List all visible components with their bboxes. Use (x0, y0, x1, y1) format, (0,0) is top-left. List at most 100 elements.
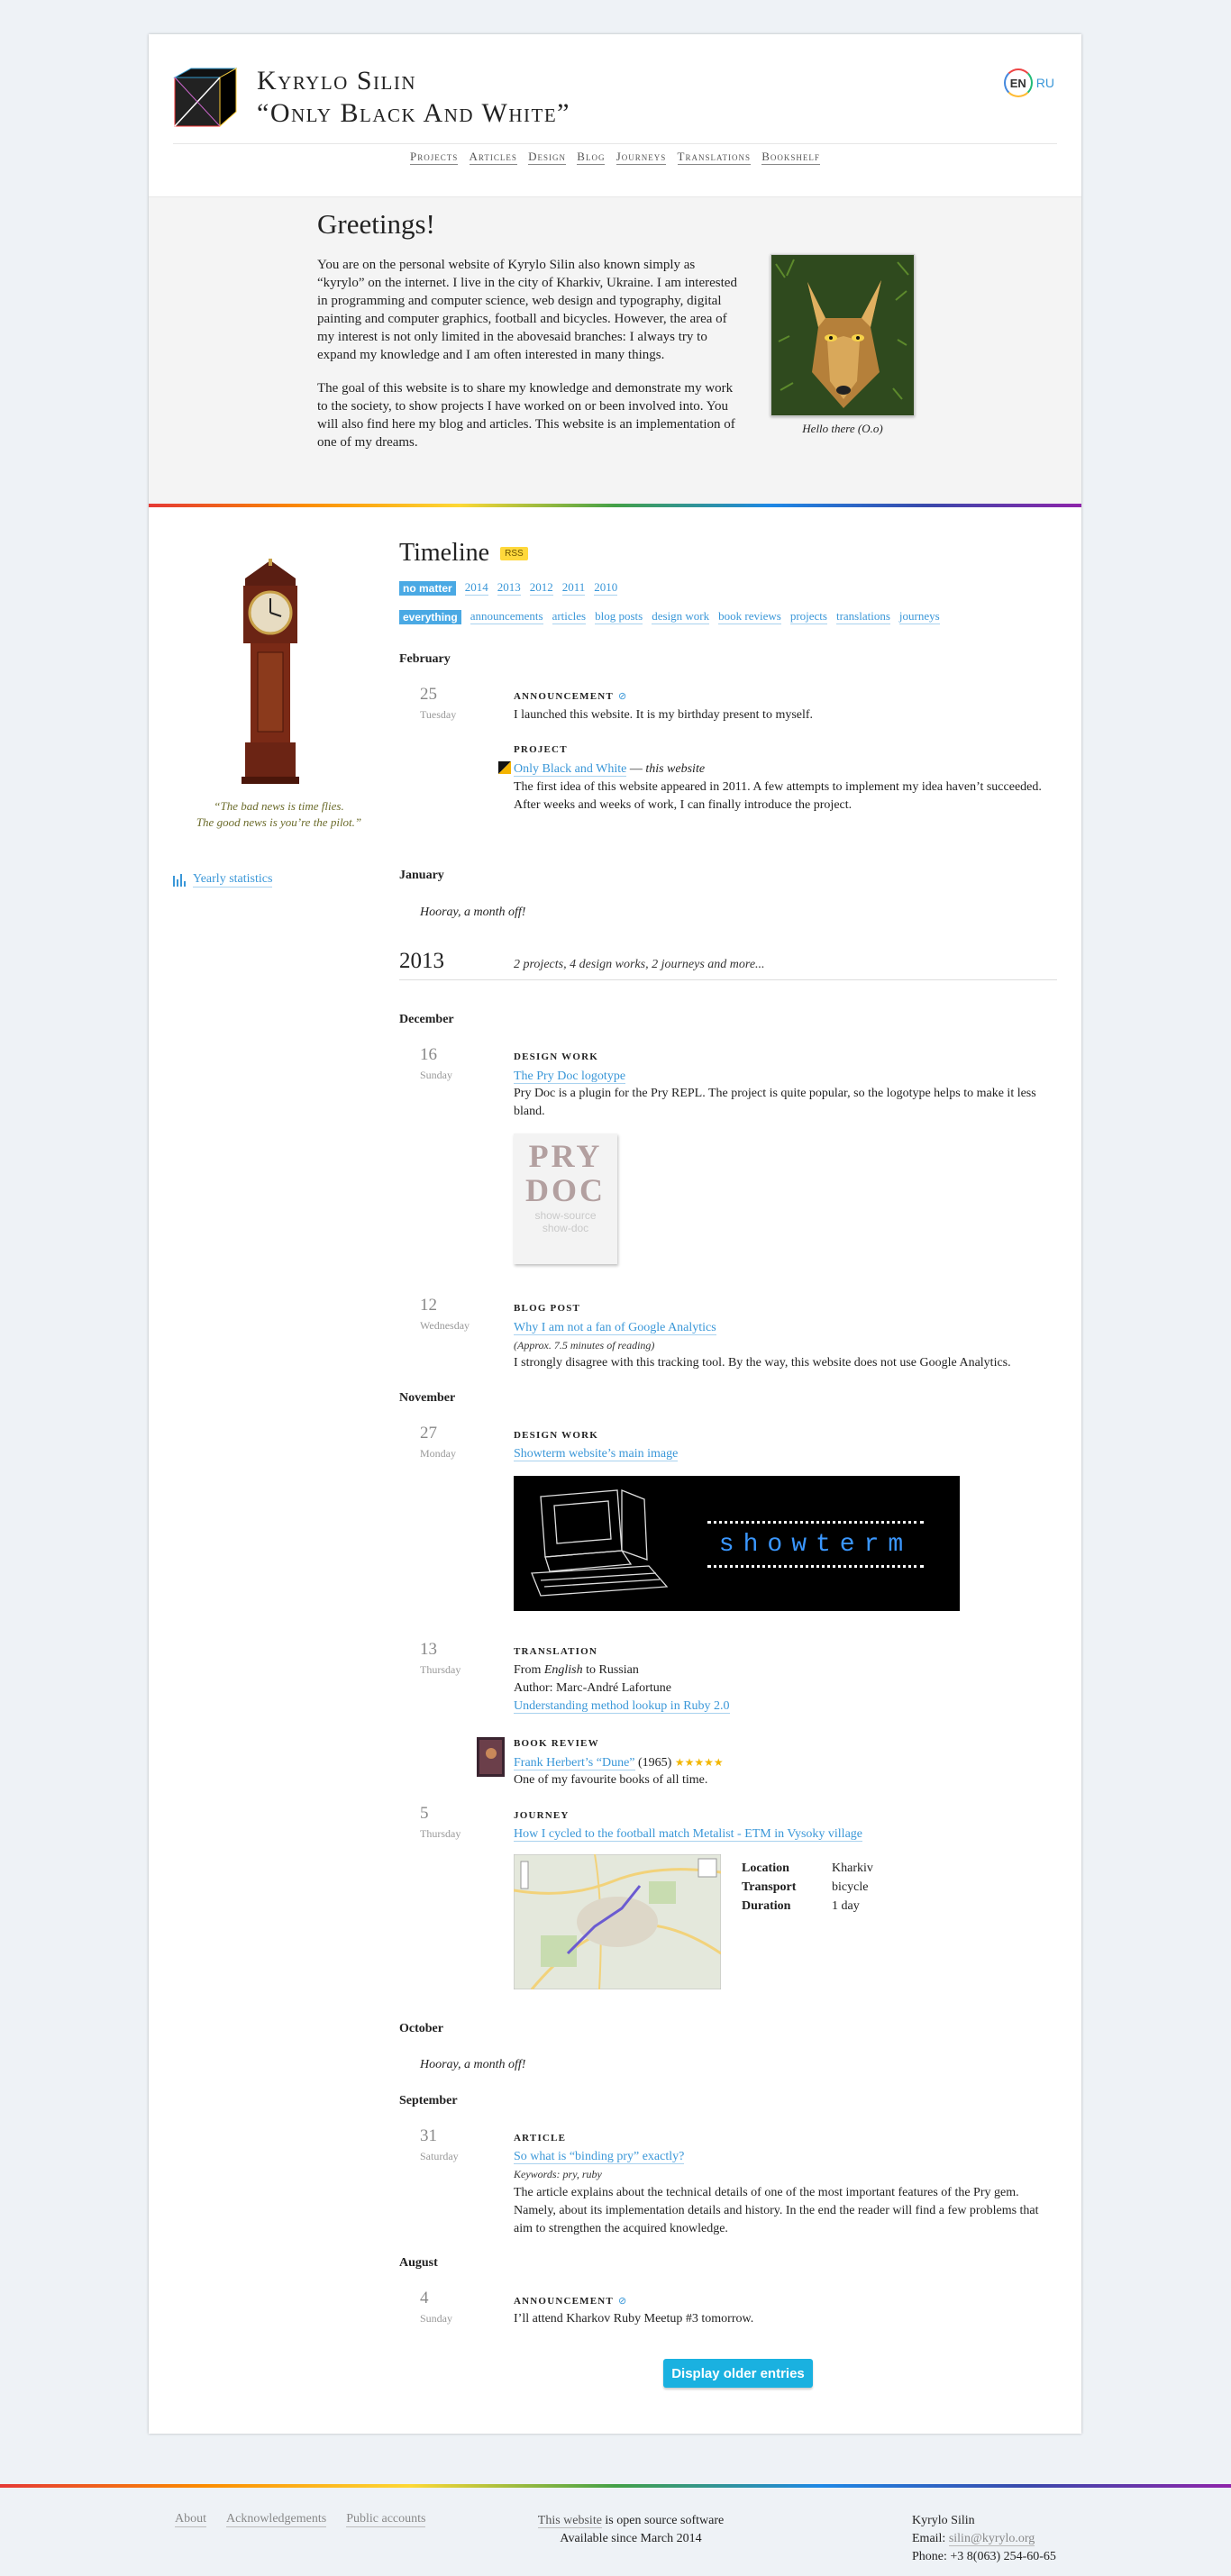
month-heading: October (399, 2022, 443, 2035)
header-divider (173, 143, 1057, 144)
pry-doc-logo-sub: show-source (534, 1209, 597, 1222)
entry-day: 31 (420, 2126, 437, 2145)
kind-filter-item[interactable]: blog posts (595, 609, 643, 624)
footer-links: About Acknowledgements Public accounts (175, 2512, 426, 2527)
entry-link[interactable]: Frank Herbert’s “Dune” (514, 1756, 635, 1770)
nav-journeys[interactable]: Journeys (616, 150, 667, 165)
pry-doc-logo-text: DOC (525, 1172, 606, 1208)
kind-filter-item[interactable]: journeys (898, 609, 940, 624)
entry-kind: Book review (514, 1738, 599, 1749)
lang-ru-link[interactable]: RU (1036, 76, 1054, 90)
article-keywords: Keywords: pry, ruby (514, 2168, 602, 2180)
year-filter-item[interactable]: 2013 (497, 580, 521, 596)
month-heading: August (399, 2256, 438, 2270)
entry-weekday: Tuesday (420, 708, 457, 721)
kind-filter-item[interactable]: projects (789, 609, 827, 624)
nav-articles[interactable]: Articles (469, 150, 517, 165)
entry-kind: Design work (514, 1051, 598, 1062)
entry-kind: Announcement (514, 2295, 614, 2307)
month-heading: December (399, 1013, 454, 1026)
nav-projects[interactable]: Projects (410, 150, 459, 165)
entry-day: 25 (420, 685, 437, 704)
journey-detail-label: Location (742, 1861, 789, 1875)
footer-email-row: Email: silin@kyrylo.org (912, 2530, 1056, 2548)
kind-filter-item[interactable]: design work (652, 609, 710, 624)
entry-link[interactable]: Showterm website’s main image (514, 1447, 679, 1461)
quote-line: The good news is you’re the pilot.” (196, 815, 362, 829)
footer-source-text: is open source software (601, 2514, 725, 2527)
entry-weekday: Thursday (420, 1663, 461, 1676)
showterm-banner[interactable]: showterm (514, 1476, 960, 1611)
site-header: Kyrylo Silin “Only Black And White” EN R… (149, 34, 1081, 196)
pry-doc-logo-sub: show-doc (542, 1222, 589, 1234)
month-heading: January (399, 869, 444, 882)
site-title[interactable]: Kyrylo Silin “Only Black And White” (257, 65, 570, 130)
entry-title-row: Why I am not a fan of Google Analytics (514, 1319, 716, 1337)
rss-badge[interactable]: RSS (500, 546, 528, 560)
kind-filter-item[interactable]: articles (552, 609, 587, 624)
translation-from: From (514, 1663, 544, 1677)
journey-map[interactable] (514, 1854, 721, 1989)
footer-source-link[interactable]: This website (537, 2514, 602, 2528)
lang-en-badge[interactable]: EN (1003, 68, 1033, 97)
year-filter-item[interactable]: 2012 (529, 580, 553, 596)
site-title-motto: “Only Black And White” (257, 98, 570, 128)
footer-email-link[interactable]: silin@kyrylo.org (948, 2532, 1035, 2546)
year-filter-item[interactable]: 2011 (561, 580, 586, 596)
translation-to: to Russian (582, 1663, 639, 1677)
bar-chart-icon (173, 873, 186, 887)
entry-link[interactable]: How I cycled to the football match Metal… (514, 1827, 862, 1842)
year-filter-item[interactable]: 2010 (594, 580, 618, 596)
entry-day: 16 (420, 1045, 437, 1064)
greeting-title: Greetings! (317, 208, 435, 240)
showterm-banner-text: showterm (707, 1521, 924, 1568)
timeline-title: Timeline (399, 539, 490, 567)
nav-design[interactable]: Design (528, 150, 567, 165)
dune-book-cover[interactable] (477, 1737, 505, 1777)
nav-translations[interactable]: Translations (677, 150, 751, 165)
footer-phone: Phone: +3 8(063) 254-60-65 (912, 2550, 1056, 2563)
pry-doc-logo[interactable]: PRY DOC show-source show-doc (514, 1133, 617, 1264)
footer-acknowledgements-link[interactable]: Acknowledgements (226, 2512, 327, 2527)
yearly-statistics-link[interactable]: Yearly statistics (193, 872, 273, 887)
entry-title-row: So what is “binding pry” exactly? (514, 2148, 685, 2166)
kind-filter-item[interactable]: everything (399, 609, 461, 624)
site-title-name: Kyrylo Silin (257, 66, 417, 96)
kind-filter-item[interactable]: book reviews (718, 609, 781, 624)
logo-cube-icon[interactable] (173, 67, 237, 128)
entry-day: 27 (420, 1424, 437, 1443)
footer-about-link[interactable]: About (175, 2512, 206, 2527)
year-filter-item[interactable]: no matter (399, 580, 456, 596)
entry-link[interactable]: Why I am not a fan of Google Analytics (514, 1321, 716, 1335)
kind-filter-item[interactable]: announcements (470, 609, 543, 624)
year-filter-item[interactable]: 2014 (464, 580, 488, 596)
permalink-icon[interactable]: ⊘ (618, 2295, 626, 2307)
entry-day: 13 (420, 1640, 437, 1659)
entry-day: 5 (420, 1804, 429, 1823)
year-summary[interactable]: 2 projects, 4 design works, 2 journeys a… (514, 958, 765, 972)
entry-link[interactable]: So what is “binding pry” exactly? (514, 2150, 685, 2164)
nav-blog[interactable]: Blog (577, 150, 606, 165)
book-year: (1965) (634, 1756, 675, 1770)
entry-kind: Project (514, 744, 568, 755)
entry-title-row: Understanding method lookup in Ruby 2.0 (514, 1698, 730, 1716)
book-rating-stars: ★★★★★ (674, 1756, 724, 1769)
entry-link[interactable]: Understanding method lookup in Ruby 2.0 (514, 1699, 730, 1714)
footer-source-info: This website is open source software Ava… (523, 2512, 739, 2548)
month-off-note: Hooray, a month off! (420, 906, 526, 919)
permalink-icon[interactable]: ⊘ (618, 690, 626, 702)
timeline-heading: Timeline RSS (399, 539, 528, 568)
footer-public-accounts-link[interactable]: Public accounts (346, 2512, 426, 2527)
entry-desc: this website (645, 762, 706, 776)
display-older-entries-button[interactable]: Display older entries (663, 2359, 813, 2388)
kind-filter-item[interactable]: translations (835, 609, 890, 624)
pry-doc-logo-text: PRY (528, 1138, 603, 1174)
time-quote: “The bad news is time flies. The good ne… (169, 798, 389, 831)
year-heading: 2013 (399, 949, 444, 973)
month-heading: November (399, 1391, 456, 1405)
entry-link[interactable]: The Pry Doc logotype (514, 1070, 626, 1084)
entry-weekday: Monday (420, 1447, 456, 1460)
translation-lang: English (543, 1663, 583, 1677)
nav-bookshelf[interactable]: Bookshelf (761, 150, 820, 165)
entry-link[interactable]: Only Black and White (514, 762, 627, 777)
